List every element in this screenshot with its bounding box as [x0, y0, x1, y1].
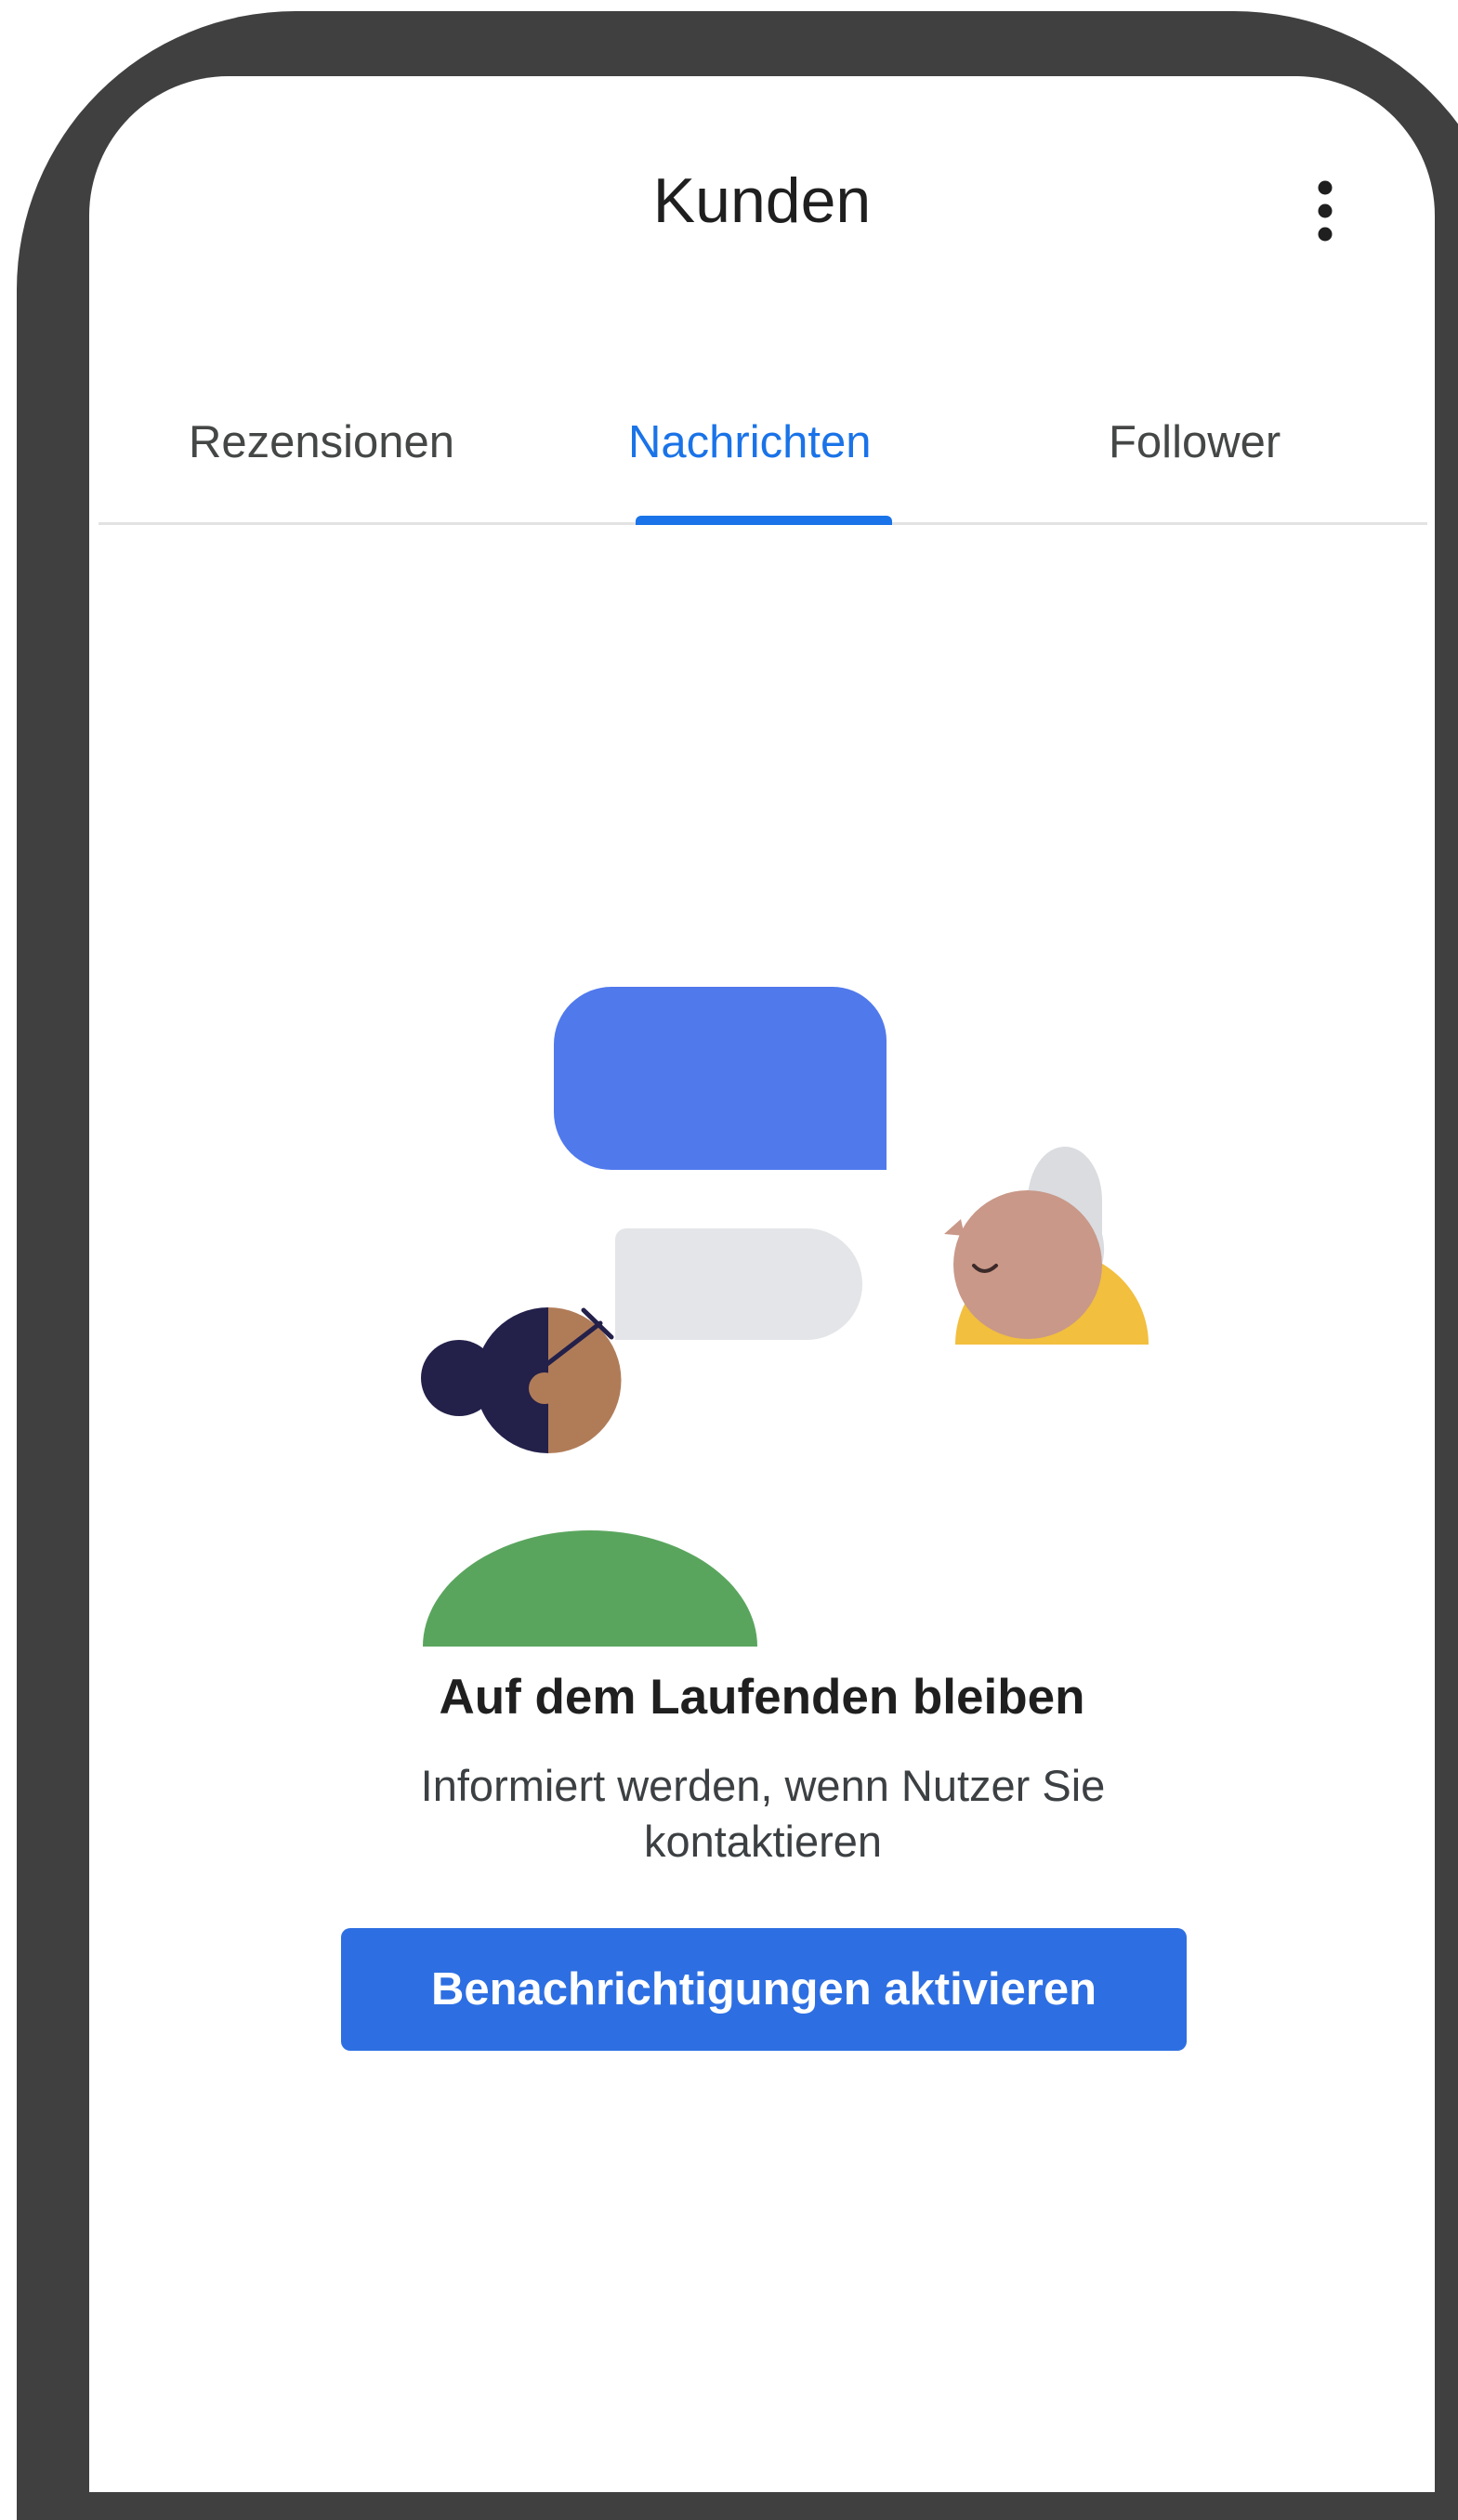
person-left	[421, 1307, 757, 1647]
empty-state-title: Auf dem Laufenden bleiben	[439, 1670, 1085, 1725]
app-screen: Kunden Rezensionen Nachrichten Follower	[89, 76, 1435, 2492]
speech-bubble-grey	[615, 1228, 862, 1340]
conversation-illustration	[421, 987, 1149, 1647]
active-tab-indicator	[636, 516, 892, 525]
person-right	[944, 1147, 1149, 1345]
tab-bar: Rezensionen Nachrichten Follower	[99, 378, 1427, 525]
tab-follower[interactable]: Follower	[1109, 420, 1281, 466]
device-frame: Kunden Rezensionen Nachrichten Follower	[17, 11, 1458, 2520]
speech-bubble-blue	[554, 987, 887, 1170]
tab-rezensionen[interactable]: Rezensionen	[189, 420, 454, 466]
enable-notifications-button[interactable]: Benachrichtigungen aktivieren	[341, 1928, 1187, 2051]
empty-state-description: Informiert werden, wenn Nutzer Sie konta…	[420, 1761, 1106, 1866]
more-vert-icon	[1318, 180, 1333, 242]
page-title: Kunden	[652, 165, 872, 236]
more-options-button[interactable]	[1288, 169, 1362, 253]
tab-nachrichten[interactable]: Nachrichten	[628, 420, 871, 466]
